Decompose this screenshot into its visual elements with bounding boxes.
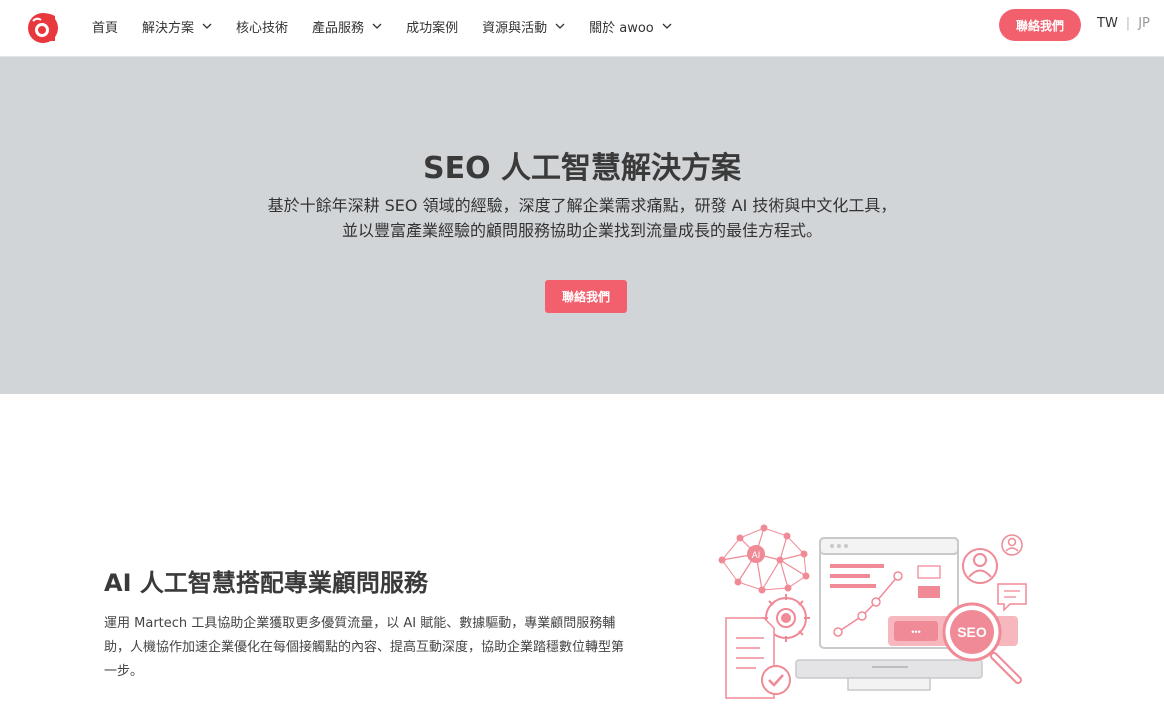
nav-label: 產品服務 <box>312 20 365 36</box>
hero-desc-line: 基於十餘年深耕 SEO 領域的經驗，深度了解企業需求痛點，研發 AI 技術與中文… <box>267 196 897 215</box>
nav-item-home[interactable]: 首頁 <box>92 17 118 36</box>
user-avatar-icon <box>962 548 998 584</box>
nav-label: 關於 awoo <box>589 20 654 36</box>
nav-label: 成功案例 <box>406 20 459 36</box>
nav-item-resources[interactable]: 資源與活動 <box>482 17 565 36</box>
main-nav: 首頁 解決方案 核心技術 產品服務 成功案例 資源與活動 關於 awoo <box>92 0 696 52</box>
ai-brain-icon <box>721 527 807 591</box>
nav-label: 資源與活動 <box>482 20 548 36</box>
chevron-down-icon <box>372 23 382 29</box>
lang-separator: | <box>1125 16 1131 31</box>
awoo-logo[interactable] <box>24 8 62 44</box>
hero-desc-line: 並以豐富產業經驗的顧問服務協助企業找到流量成長的最佳方程式。 <box>341 221 822 240</box>
nav-label: 首頁 <box>92 20 119 36</box>
site-header: 首頁 解決方案 核心技術 產品服務 成功案例 資源與活動 關於 awoo 聯絡我… <box>0 0 1164 57</box>
language-switcher: TW | JP <box>1097 16 1150 31</box>
nav-item-products[interactable]: 產品服務 <box>312 17 382 36</box>
lang-jp-link[interactable]: JP <box>1138 16 1150 31</box>
nav-label: 解決方案 <box>142 20 195 36</box>
chevron-down-icon <box>202 23 212 29</box>
nav-item-core-tech[interactable]: 核心技術 <box>236 17 288 36</box>
nav-item-about[interactable]: 關於 awoo <box>589 17 672 36</box>
small-avatar-icon <box>1001 534 1023 556</box>
nav-item-solutions[interactable]: 解決方案 <box>142 17 212 36</box>
checkmark-icon <box>761 665 791 695</box>
hero-title: SEO 人工智慧解決方案 <box>422 151 742 186</box>
hero-contact-button[interactable]: 聯絡我們 <box>545 280 627 313</box>
chat-bubble-icon <box>997 583 1027 612</box>
ai-badge-label: AI <box>752 550 761 560</box>
hero-description: 基於十餘年深耕 SEO 領域的經驗，深度了解企業需求痛點，研發 AI 技術與中文… <box>0 193 1164 243</box>
dots-label: ••• <box>911 627 920 637</box>
lang-tw-link[interactable]: TW <box>1097 16 1118 31</box>
chevron-down-icon <box>662 23 672 29</box>
nav-label: 核心技術 <box>236 20 289 36</box>
chevron-down-icon <box>555 23 565 29</box>
section-title: AI 人工智慧搭配專業顧問服務 <box>104 569 428 597</box>
section-description: 運用 Martech 工具協助企業獲取更多優質流量，以 AI 賦能、數據驅動，專… <box>104 616 625 679</box>
seo-ai-illustration: AI ••• SEO <box>718 524 1027 699</box>
seo-label: SEO <box>957 624 987 640</box>
header-contact-button[interactable]: 聯絡我們 <box>999 9 1081 41</box>
nav-item-cases[interactable]: 成功案例 <box>406 17 458 36</box>
